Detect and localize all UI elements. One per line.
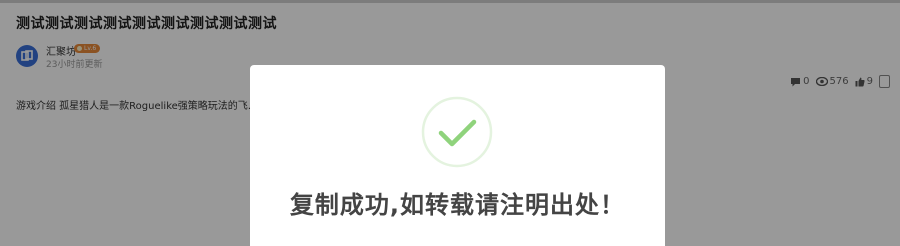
copy-success-toast: 复制成功,如转载请注明出处！ xyxy=(250,65,665,246)
toast-message: 复制成功,如转载请注明出处！ xyxy=(289,191,626,219)
checkmark-circle-icon xyxy=(421,96,493,168)
